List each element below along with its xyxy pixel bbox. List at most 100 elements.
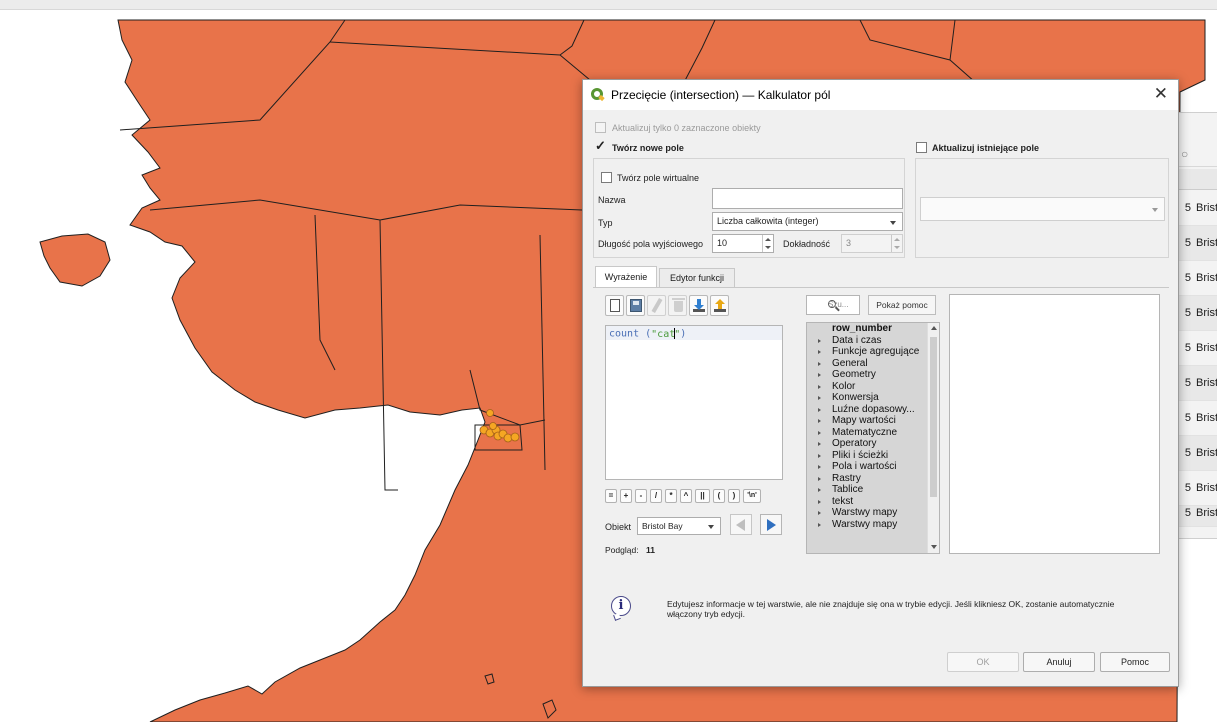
cancel-button[interactable]: Anuluj [1023,652,1095,672]
update-selected-label: Aktualizuj tylko 0 zaznaczone obiekty [612,123,761,133]
table-cell-text: Brist [1196,377,1217,389]
name-input[interactable] [712,188,903,209]
dialog-titlebar[interactable]: Przecięcie (intersection) — Kalkulator p… [583,80,1178,110]
edit-expression-button[interactable] [647,295,666,316]
function-tree-item[interactable]: Mapy wartości [807,415,927,427]
chevron-right-icon[interactable] [818,384,821,389]
function-tree-item[interactable]: Pliki i ścieżki [807,450,927,462]
show-help-button[interactable]: Pokaż pomoc [868,295,936,315]
edit-icon [651,298,663,313]
function-tree-item[interactable]: Kolor [807,381,927,393]
function-search-input[interactable]: Szu... [806,295,860,315]
function-tree-item[interactable]: Operatory [807,438,927,450]
table-row[interactable]: 5 Brist [1177,471,1217,506]
function-tree-item-label: Rastry [832,472,861,484]
function-tree-item[interactable]: Konwersja [807,392,927,404]
scroll-thumb[interactable] [930,337,937,497]
update-existing-field-checkbox[interactable] [916,142,927,153]
table-cell-text: Brist [1196,482,1217,494]
function-tree-item-label: Pliki i ścieżki [832,449,889,461]
function-tree[interactable]: row_number Data i czas Funkcje agregujące G… [806,322,940,554]
chevron-right-icon[interactable] [818,488,821,492]
help-button[interactable]: Pomoc [1100,652,1170,672]
type-select[interactable]: Liczba całkowita (integer) [712,212,903,231]
precision-label: Dokładność [783,239,831,249]
operator-newline-button[interactable]: '\n' [743,489,761,503]
previous-feature-button[interactable] [730,514,752,535]
table-row[interactable]: 5 Brist [1177,401,1217,436]
operator-concat-button[interactable]: || [695,489,710,503]
table-row[interactable]: 5 Brist [1177,296,1217,331]
chevron-right-icon[interactable] [818,361,821,366]
update-selected-checkbox[interactable] [595,122,606,133]
chevron-right-icon[interactable] [818,453,821,458]
operator-plus-button[interactable]: + [620,489,632,503]
new-expression-button[interactable] [605,295,624,316]
chevron-right-icon[interactable] [818,419,821,423]
function-tree-item[interactable]: General [807,358,927,370]
operator-open-paren-button[interactable]: ( [713,489,725,503]
precision-spinbox[interactable]: 3 [841,234,903,253]
spinbox-arrows-icon[interactable] [891,235,902,252]
create-virtual-field-checkbox[interactable] [601,172,612,183]
function-tree-item[interactable]: Warstwy mapy [807,519,927,531]
operator-minus-button[interactable]: - [635,489,647,503]
table-cell-text: Brist [1196,342,1217,354]
create-new-field-checkbox[interactable] [595,138,606,154]
table-row[interactable]: 5 Brist [1177,191,1217,226]
chevron-right-icon[interactable] [818,511,821,515]
chevron-right-icon[interactable] [818,407,821,412]
next-feature-button[interactable] [760,514,782,535]
chevron-right-icon[interactable] [818,430,821,435]
function-tree-scrollbar[interactable] [927,323,939,553]
scroll-up-icon[interactable] [931,326,937,330]
chevron-right-icon[interactable] [818,442,821,446]
chevron-right-icon[interactable] [818,350,821,354]
function-tree-item[interactable]: Funkcje agregujące [807,346,927,358]
function-tree-item[interactable]: Data i czas [807,335,927,347]
chevron-right-icon[interactable] [818,338,821,343]
function-tree-item[interactable]: Luźne dopasowy... [807,404,927,416]
operator-equals-button[interactable]: = [605,489,617,503]
table-row[interactable]: 5 Brist [1177,506,1217,527]
function-tree-item[interactable]: Rastry [807,473,927,485]
expression-editor[interactable]: count ("cat") [605,325,783,480]
feature-select[interactable]: Bristol Bay [637,517,721,535]
chevron-right-icon[interactable] [818,465,821,469]
function-tree-item[interactable]: Tablice [807,484,927,496]
chevron-right-icon[interactable] [818,396,821,400]
operator-power-button[interactable]: ^ [680,489,692,503]
close-icon[interactable]: ✕ [1154,84,1168,104]
table-row[interactable]: 5 Brist [1177,261,1217,296]
function-tree-item[interactable]: tekst [807,496,927,508]
chevron-right-icon[interactable] [818,499,821,504]
export-expression-button[interactable] [710,295,729,316]
tab-expression[interactable]: Wyrażenie [595,266,657,288]
function-tree-item[interactable]: row_number [807,323,927,335]
table-row[interactable]: 5 Brist [1177,226,1217,261]
function-tree-item[interactable]: Geometry [807,369,927,381]
operator-divide-button[interactable]: / [650,489,662,503]
tab-function-editor[interactable]: Edytor funkcji [659,268,735,288]
existing-field-select[interactable] [920,197,1165,221]
delete-expression-button[interactable] [668,295,687,316]
spinbox-arrows-icon[interactable] [762,235,773,252]
table-row[interactable]: 5 Brist [1177,331,1217,366]
chevron-right-icon[interactable] [818,476,821,481]
function-tree-item[interactable]: Matematyczne [807,427,927,439]
function-tree-item[interactable]: Pola i wartości [807,461,927,473]
output-length-spinbox[interactable]: 10 [712,234,774,253]
chevron-right-icon[interactable] [818,373,821,377]
load-expression-button[interactable] [689,295,708,316]
ok-button[interactable]: OK [947,652,1019,672]
function-tree-item[interactable]: Warstwy mapy [807,507,927,519]
chevron-right-icon[interactable] [818,522,821,527]
save-expression-button[interactable] [626,295,645,316]
table-row[interactable]: 5 Brist [1177,366,1217,401]
operator-multiply-button[interactable]: * [665,489,677,503]
scroll-down-icon[interactable] [931,545,937,549]
table-row[interactable]: 5 Brist [1177,436,1217,471]
table-header [1177,169,1217,190]
top-toolbar-strip [0,0,1217,10]
operator-close-paren-button[interactable]: ) [728,489,740,503]
